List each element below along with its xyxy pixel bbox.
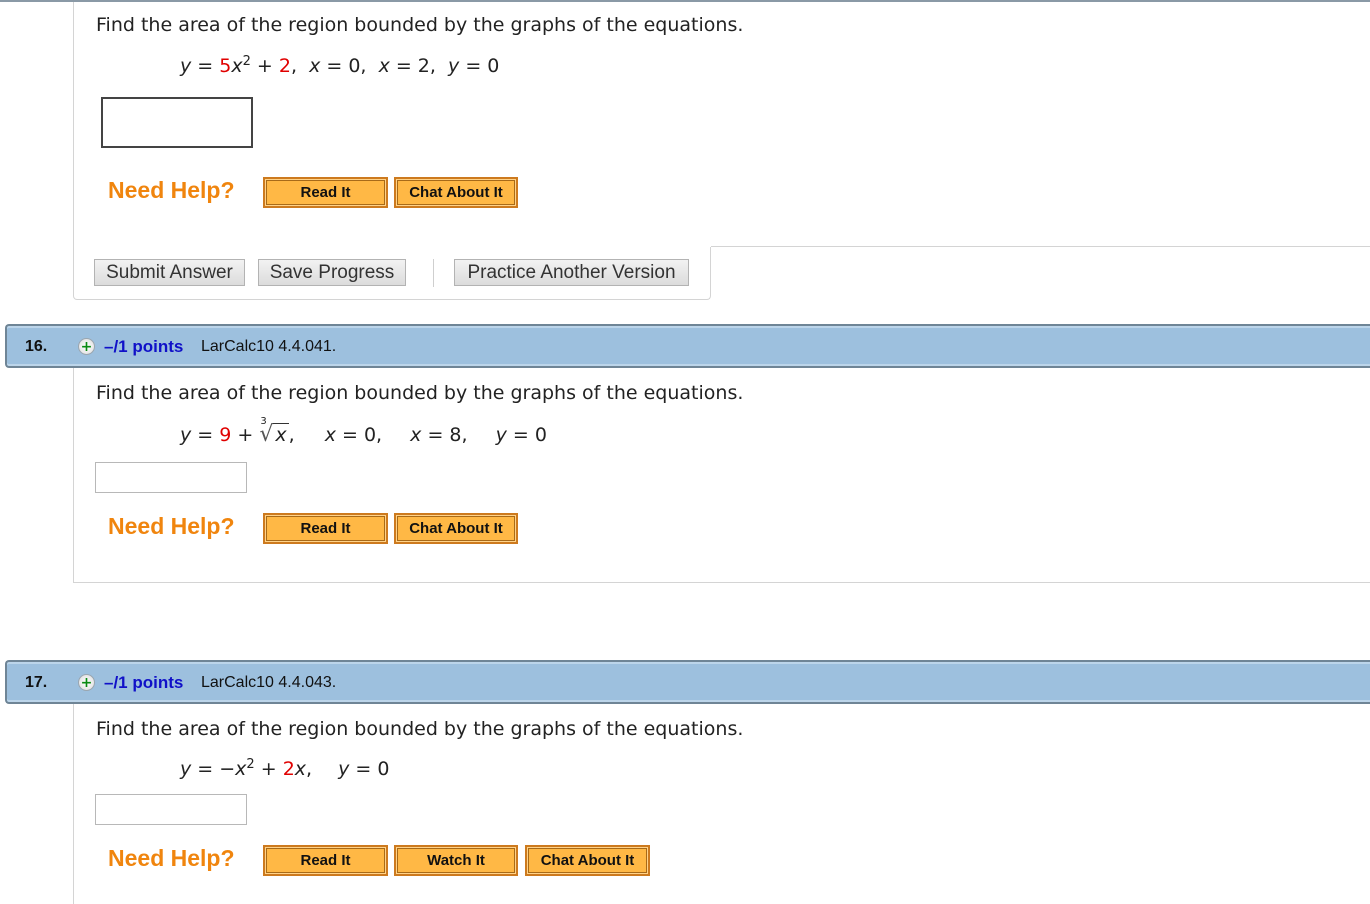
question-15-equation: y = 5x2 + 2, x = 0, x = 2, y = 0 (180, 55, 499, 77)
actions-separator (433, 259, 434, 287)
eq-text: = 2, (389, 55, 449, 77)
question-17-number: 17. (25, 674, 48, 691)
question-16-read-it-button[interactable]: Read It (263, 513, 388, 544)
eq-var: y (180, 424, 192, 446)
eq-var: x (410, 424, 422, 446)
eq-var: y (180, 55, 192, 77)
eq-var: x (324, 424, 336, 446)
plus-circle-icon[interactable]: + (78, 674, 95, 691)
cube-root: 3 √ x (259, 416, 289, 447)
eq-var: y (448, 55, 460, 77)
question-16-number: 16. (25, 338, 48, 355)
question-17-answer-input[interactable] (95, 794, 247, 825)
eq-var: x (294, 758, 307, 780)
question-15-chat-about-it-button[interactable]: Chat About It (394, 177, 518, 208)
question-17-left-border (73, 704, 74, 904)
eq-text: , (288, 424, 295, 446)
question-17-prompt: Find the area of the region bounded by t… (96, 718, 744, 740)
eq-var: x (235, 758, 247, 780)
eq-var: x (309, 55, 321, 77)
eq-constant: 9 (219, 424, 232, 446)
root-index: 3 (260, 416, 267, 427)
question-15-read-it-button[interactable]: Read It (263, 177, 388, 208)
eq-var: x (378, 55, 390, 77)
question-16-reference: LarCalc10 4.4.041. (201, 338, 337, 355)
question-16-left-border (73, 368, 74, 582)
eq-text: + (250, 55, 279, 77)
eq-text: , (306, 758, 313, 780)
top-divider (0, 0, 1370, 2)
eq-text: = 8, (421, 424, 468, 446)
eq-var: x (231, 55, 243, 77)
eq-coefficient: 2 (282, 758, 295, 780)
submit-answer-button[interactable]: Submit Answer (94, 259, 245, 286)
eq-text: = 0, (335, 424, 383, 446)
question-16-points-link[interactable]: –/1 points (104, 337, 183, 357)
question-15-need-help-label: Need Help? (108, 177, 235, 203)
question-16-chat-about-it-button[interactable]: Chat About It (394, 513, 518, 544)
question-17-watch-it-button[interactable]: Watch It (394, 845, 518, 876)
question-16-bottom-border (73, 582, 1370, 583)
eq-text: = (191, 55, 220, 77)
eq-text: = 0, (320, 55, 379, 77)
question-17-equation: y = −x2 + 2x, y = 0 (180, 758, 389, 780)
question-16-answer-input[interactable] (95, 462, 247, 493)
eq-var: y (495, 424, 507, 446)
eq-constant: 2 (278, 55, 291, 77)
question-15-prompt: Find the area of the region bounded by t… (96, 14, 744, 36)
eq-exponent: 2 (242, 54, 251, 69)
eq-var: y (180, 758, 192, 780)
question-17-chat-about-it-button[interactable]: Chat About It (525, 845, 650, 876)
eq-var: y (338, 758, 350, 780)
question-15-bottom-border (711, 246, 1370, 247)
eq-text: = (191, 424, 220, 446)
eq-text: + (254, 758, 283, 780)
eq-text: = 0 (459, 55, 500, 77)
question-17-read-it-button[interactable]: Read It (263, 845, 388, 876)
question-17-need-help-label: Need Help? (108, 845, 235, 871)
question-16-prompt: Find the area of the region bounded by t… (96, 382, 744, 404)
question-17-points-link[interactable]: –/1 points (104, 673, 183, 693)
question-16-equation: y = 9 + 3 √ x, x = 0, x = 8, y = 0 (180, 416, 547, 447)
eq-text: , (290, 55, 310, 77)
save-progress-button[interactable]: Save Progress (258, 259, 406, 286)
eq-text: = 0 (349, 758, 390, 780)
question-15-left-border (73, 2, 74, 247)
question-15-answer-input[interactable] (101, 97, 253, 148)
practice-another-version-button[interactable]: Practice Another Version (454, 259, 689, 286)
eq-text: + (231, 424, 260, 446)
plus-circle-icon[interactable]: + (78, 338, 95, 355)
eq-text: = − (191, 758, 236, 780)
eq-exponent: 2 (246, 757, 255, 772)
eq-coefficient: 5 (219, 55, 232, 77)
eq-text: = 0 (506, 424, 547, 446)
question-16-need-help-label: Need Help? (108, 513, 235, 539)
question-17-reference: LarCalc10 4.4.043. (201, 674, 337, 691)
radicand: x (273, 423, 289, 446)
